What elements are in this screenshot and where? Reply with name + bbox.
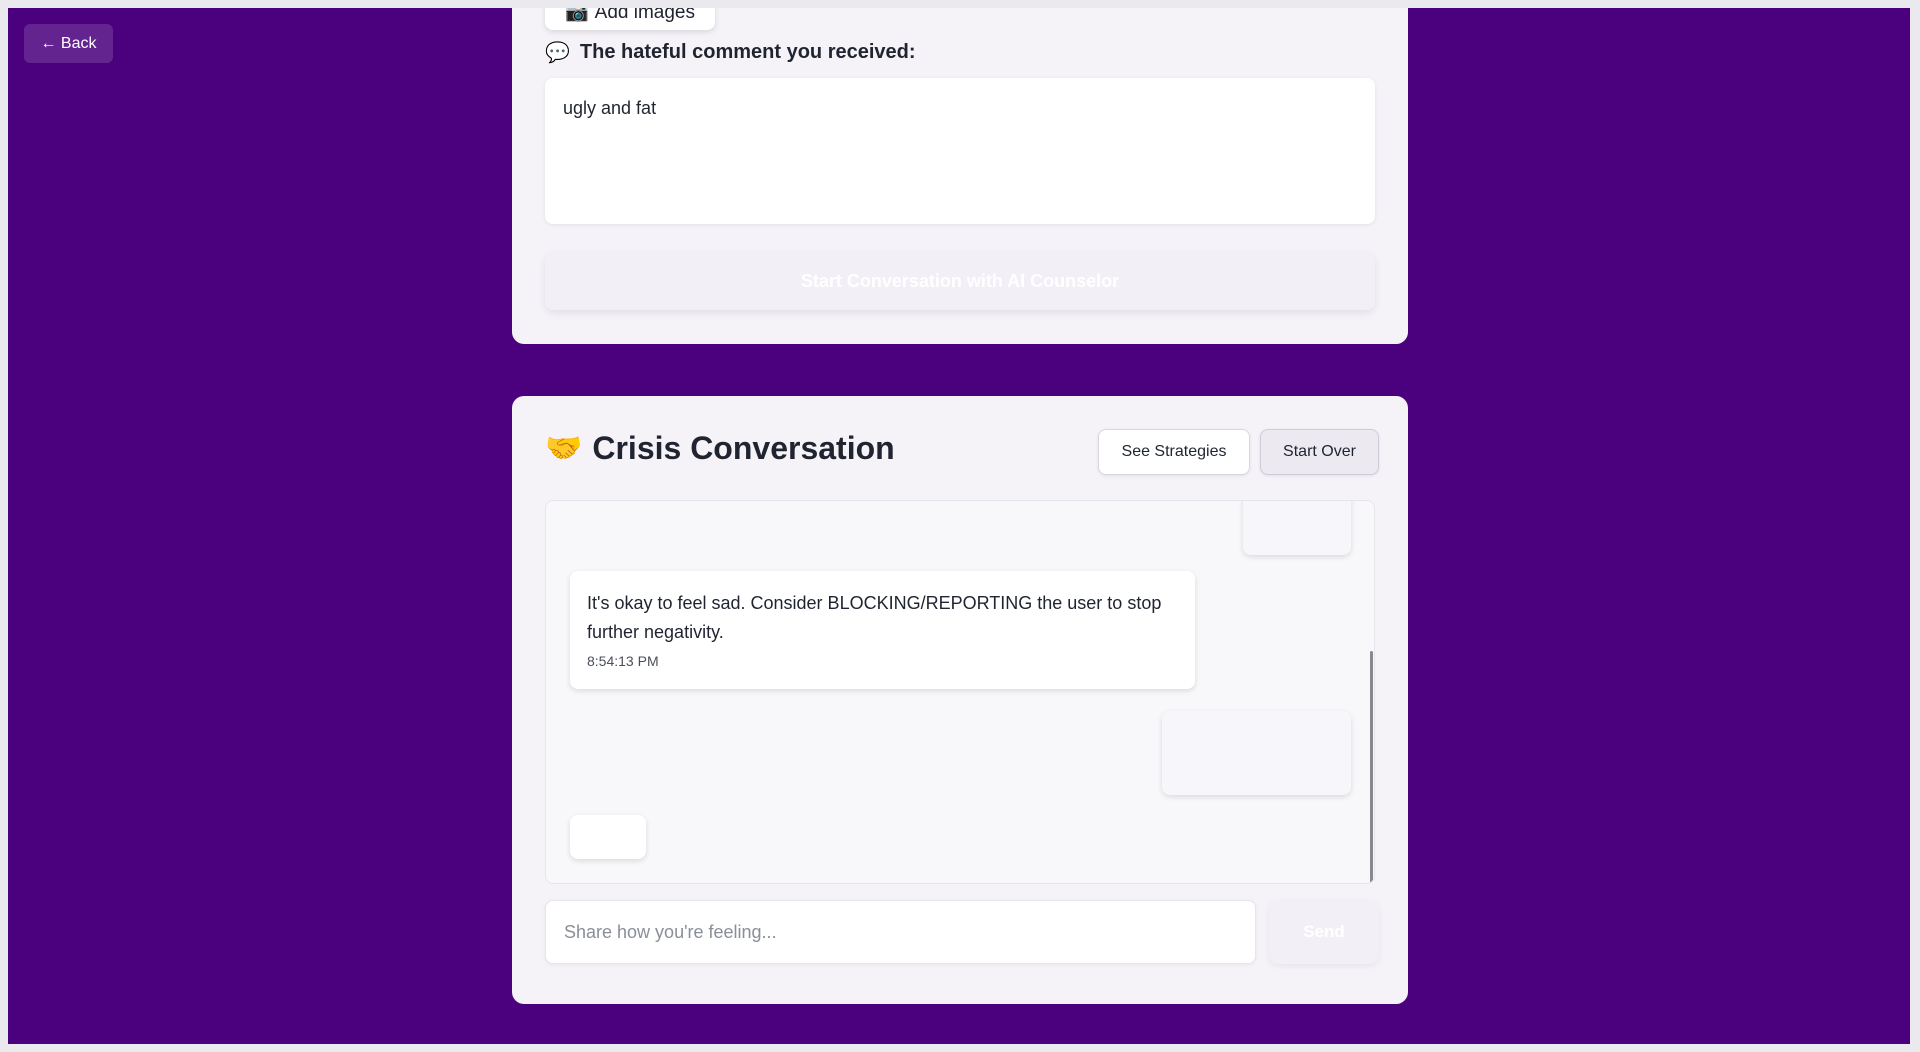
add-images-button[interactable]: 📷 Add images — [545, 8, 715, 30]
see-strategies-label: See Strategies — [1121, 443, 1227, 460]
message-list-scrollbar[interactable] — [1370, 651, 1373, 883]
start-conversation-button[interactable]: Start Conversation with AI Counselor — [545, 252, 1375, 310]
feeling-input[interactable] — [545, 900, 1256, 964]
app-frame: ← Back 📷 Add images 💬 The hateful commen… — [8, 8, 1910, 1044]
back-button-label: ← Back — [40, 34, 97, 52]
back-button[interactable]: ← Back — [24, 24, 113, 63]
typing-indicator — [570, 815, 646, 859]
counselor-message-text: It's okay to feel sad. Consider BLOCKING… — [587, 593, 1162, 642]
chat-title: 🤝 Crisis Conversation — [545, 430, 895, 467]
handshake-icon: 🤝 — [545, 431, 583, 465]
speech-bubble-icon: 💬 — [545, 42, 570, 64]
start-over-button[interactable]: Start Over — [1260, 429, 1379, 475]
send-label: Send — [1303, 922, 1345, 941]
hateful-comment-label: The hateful comment you received: — [579, 41, 916, 63]
user-message — [1243, 501, 1351, 555]
start-over-label: Start Over — [1283, 443, 1356, 460]
crisis-conversation-card: 🤝 Crisis Conversation See Strategies Sta… — [512, 396, 1408, 1004]
add-images-label: Add images — [594, 8, 695, 23]
camera-icon: 📷 — [564, 8, 589, 23]
hateful-comment-heading: 💬 The hateful comment you received: — [545, 40, 916, 65]
counselor-message: It's okay to feel sad. Consider BLOCKING… — [570, 571, 1195, 689]
chat-title-text: Crisis Conversation — [592, 430, 895, 466]
start-conversation-label: Start Conversation with AI Counselor — [800, 270, 1120, 291]
hateful-comment-value: ugly and fat — [563, 98, 657, 118]
hateful-comment-textarea[interactable]: ugly and fat — [545, 78, 1375, 224]
counselor-message-time: 8:54:13 PM — [587, 653, 659, 669]
send-button[interactable]: Send — [1269, 900, 1379, 964]
comment-input-card: 📷 Add images 💬 The hateful comment you r… — [512, 8, 1408, 344]
message-list[interactable]: It's okay to feel sad. Consider BLOCKING… — [545, 500, 1375, 884]
see-strategies-button[interactable]: See Strategies — [1098, 429, 1250, 475]
user-message — [1162, 711, 1351, 795]
